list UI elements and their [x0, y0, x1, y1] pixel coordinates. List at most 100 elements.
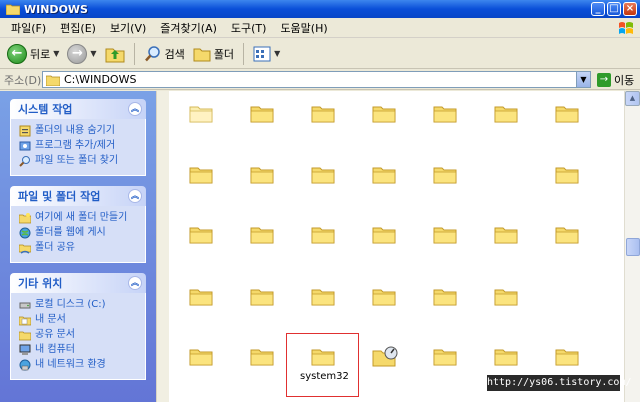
place-my-documents[interactable]: 내 문서 — [19, 313, 141, 327]
folder-label: system32 — [300, 371, 349, 382]
place-shared-documents[interactable]: 공유 문서 — [19, 328, 141, 342]
menu-file[interactable]: 파일(F) — [4, 20, 53, 36]
panel-title: 시스템 작업 — [18, 103, 73, 116]
folder-item[interactable] — [311, 286, 335, 306]
folder-item[interactable] — [250, 286, 274, 306]
up-folder-button[interactable] — [102, 42, 128, 66]
search-button[interactable]: 검색 — [141, 42, 188, 66]
window-title: WINDOWS — [24, 2, 88, 16]
folder-item[interactable] — [494, 346, 518, 366]
folder-item[interactable] — [311, 224, 335, 244]
task-search-files[interactable]: 파일 또는 폴더 찾기 — [19, 154, 141, 168]
folder-item[interactable] — [433, 164, 457, 184]
folder-item[interactable] — [311, 164, 335, 184]
scroll-thumb[interactable] — [626, 238, 640, 256]
folder-item[interactable] — [494, 224, 518, 244]
folder-item[interactable] — [433, 103, 457, 123]
folder-up-icon — [105, 48, 125, 62]
task-pane-splitter[interactable] — [156, 91, 169, 402]
folder-item[interactable] — [555, 224, 579, 244]
folder-item[interactable] — [189, 103, 213, 123]
forward-button[interactable]: → ▼ — [64, 42, 99, 66]
folder-item[interactable] — [433, 346, 457, 366]
task-pane: 시스템 작업 ︽ 폴더의 내용 숨기기 프로그램 추가/제거 파일 또는 폴더 … — [0, 91, 156, 402]
chevron-down-icon[interactable]: ▼ — [576, 72, 590, 87]
task-share-folder[interactable]: 폴더 공유 — [19, 241, 141, 255]
panel-header[interactable]: 기타 위치 ︽ — [10, 273, 146, 293]
go-arrow-icon: → — [597, 72, 611, 87]
folder-item[interactable] — [494, 103, 518, 123]
task-hide-folder-contents[interactable]: 폴더의 내용 숨기기 — [19, 124, 141, 138]
maximize-button[interactable]: □ — [607, 2, 621, 16]
toolbar-separator — [133, 42, 135, 65]
minimize-button[interactable]: _ — [591, 2, 605, 16]
folder-item[interactable] — [250, 103, 274, 123]
network-icon — [19, 359, 31, 371]
folder-item[interactable] — [372, 286, 396, 306]
menu-edit[interactable]: 편집(E) — [53, 20, 103, 36]
folder-item[interactable] — [372, 164, 396, 184]
folder-item[interactable] — [250, 164, 274, 184]
views-button[interactable]: ▼ — [250, 42, 283, 66]
folders-button[interactable]: 폴더 — [190, 42, 237, 66]
title-bar[interactable]: WINDOWS _ □ × — [0, 0, 640, 18]
back-button[interactable]: ← 뒤로 ▼ — [4, 42, 62, 66]
folder-item[interactable] — [250, 346, 274, 366]
address-input[interactable]: C:\WINDOWS ▼ — [42, 71, 591, 88]
folder-item[interactable] — [433, 286, 457, 306]
address-bar: 주소(D) C:\WINDOWS ▼ → 이동 — [0, 70, 640, 90]
selected-item-frame[interactable] — [286, 333, 359, 397]
file-list-area[interactable]: system32 — [169, 91, 624, 402]
folder-item[interactable] — [189, 164, 213, 184]
folder-item[interactable] — [372, 103, 396, 123]
toolbar: ← 뒤로 ▼ → ▼ 검색 폴더 ▼ — [0, 39, 640, 69]
folders-label: 폴더 — [213, 47, 235, 61]
place-local-disk[interactable]: 로컬 디스크 (C:) — [19, 298, 141, 312]
folder-item[interactable] — [311, 103, 335, 123]
search-icon — [144, 45, 160, 61]
hard-drive-icon — [19, 302, 31, 309]
folder-item[interactable] — [250, 224, 274, 244]
collapse-chevron-icon[interactable]: ︽ — [128, 102, 142, 116]
collapse-chevron-icon[interactable]: ︽ — [128, 276, 142, 290]
folder-item[interactable] — [189, 224, 213, 244]
task-publish-web[interactable]: 폴더를 웹에 게시 — [19, 226, 141, 240]
chevron-down-icon[interactable]: ▼ — [90, 49, 96, 58]
folder-item[interactable] — [555, 346, 579, 366]
menu-view[interactable]: 보기(V) — [103, 20, 153, 36]
place-network[interactable]: 내 네트워크 환경 — [19, 358, 141, 372]
globe-icon — [19, 227, 31, 239]
menu-help[interactable]: 도움말(H) — [273, 20, 334, 36]
panel-header[interactable]: 시스템 작업 ︽ — [10, 99, 146, 119]
folder-item[interactable] — [189, 346, 213, 366]
chevron-down-icon[interactable]: ▼ — [274, 49, 280, 58]
menu-tools[interactable]: 도구(T) — [224, 20, 274, 36]
folder-item[interactable] — [555, 164, 579, 184]
panel-header[interactable]: 파일 및 폴더 작업 ︽ — [10, 186, 146, 206]
go-button[interactable]: → 이동 — [597, 72, 634, 88]
task-add-remove-programs[interactable]: 프로그램 추가/제거 — [19, 139, 141, 153]
folder-item[interactable] — [189, 286, 213, 306]
my-documents-icon — [19, 316, 31, 326]
menu-favorites[interactable]: 즐겨찾기(A) — [153, 20, 224, 36]
folder-item[interactable] — [494, 286, 518, 306]
folder-item[interactable] — [555, 103, 579, 123]
scroll-up-icon[interactable]: ▲ — [625, 91, 640, 106]
place-my-computer[interactable]: 내 컴퓨터 — [19, 343, 141, 357]
collapse-chevron-icon[interactable]: ︽ — [128, 189, 142, 203]
vertical-scrollbar[interactable]: ▲ — [624, 91, 640, 402]
folder-item[interactable] — [372, 224, 396, 244]
task-new-folder[interactable]: 여기에 새 폴더 만들기 — [19, 211, 141, 225]
chevron-down-icon[interactable]: ▼ — [53, 49, 59, 58]
folder-item-special[interactable] — [372, 346, 398, 367]
panel-other-places: 기타 위치 ︽ 로컬 디스크 (C:) 내 문서 공유 문서 내 컴퓨터 내 네… — [10, 273, 146, 380]
folder-icon — [6, 4, 20, 15]
watermark: http://ys06.tistory.com/ — [487, 375, 632, 391]
forward-arrow-icon: → — [67, 43, 88, 64]
panel-title: 기타 위치 — [18, 277, 63, 290]
close-button[interactable]: × — [623, 2, 637, 16]
panel-file-folder-tasks: 파일 및 폴더 작업 ︽ 여기에 새 폴더 만들기 폴더를 웹에 게시 폴더 공… — [10, 186, 146, 263]
folder-item[interactable] — [433, 224, 457, 244]
share-folder-icon — [19, 244, 31, 254]
panel-system-tasks: 시스템 작업 ︽ 폴더의 내용 숨기기 프로그램 추가/제거 파일 또는 폴더 … — [10, 99, 146, 176]
